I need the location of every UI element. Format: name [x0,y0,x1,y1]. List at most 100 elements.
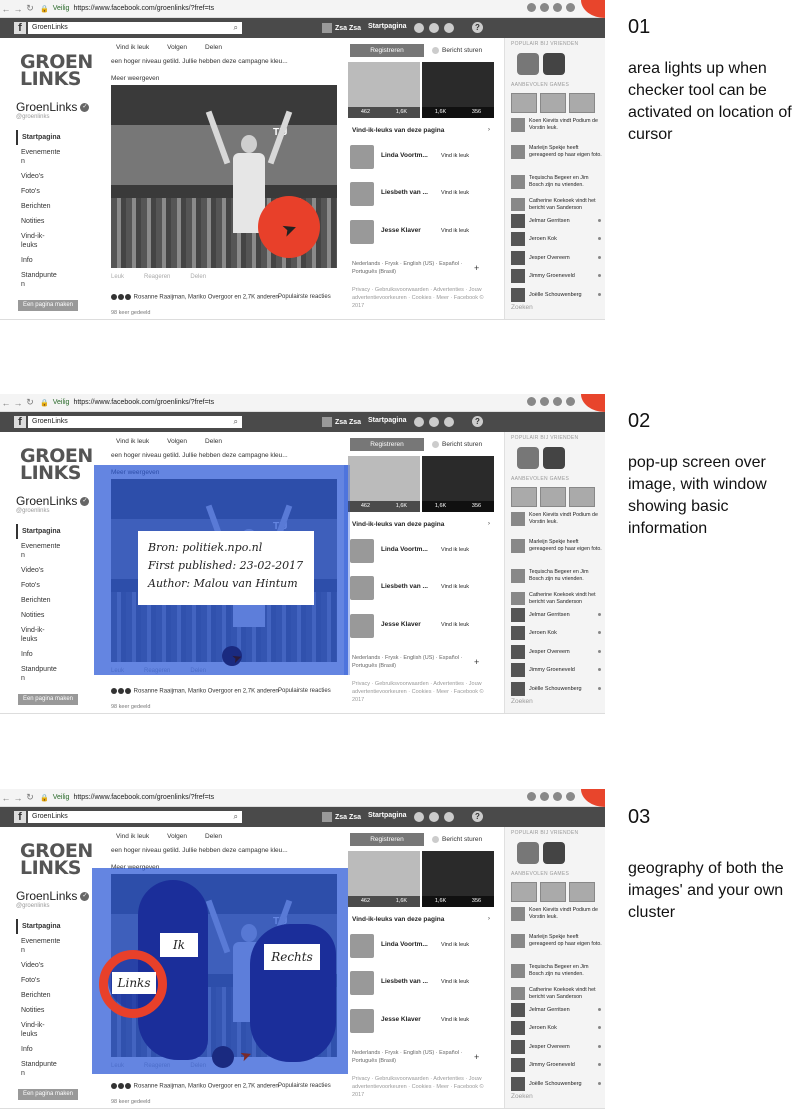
chat-friend[interactable]: Jelmar Gerritsen [511,214,603,228]
liked-page-name[interactable]: Linda Voortm... [381,152,428,159]
extension-icon[interactable] [553,792,562,801]
game-thumbnail[interactable] [511,93,537,113]
like-page-button[interactable]: Vind ik leuk [116,833,149,840]
facebook-logo-icon[interactable]: f [14,811,26,823]
friend-requests-icon[interactable] [414,23,424,33]
activity-item[interactable]: Koen Kievits vindt Podium de Vorstin leu… [511,118,603,132]
app-icon[interactable] [517,53,539,75]
forward-icon[interactable]: → [12,398,24,408]
chat-friend[interactable]: Jimmy Groeneveld [511,269,603,283]
extension-icon[interactable] [553,3,562,12]
address-bar[interactable]: https://www.facebook.com/groenlinks/?fre… [73,5,214,12]
like-button[interactable]: Vind ik leuk [441,153,469,159]
chat-friend[interactable]: Jeroen Kok [511,232,603,246]
photo-thumbnail[interactable]: 1,6K 356 [422,851,494,907]
star-icon[interactable] [527,792,536,801]
like-page-button[interactable]: Vind ik leuk [116,44,149,51]
avatar[interactable] [350,145,374,169]
photo-thumbnail[interactable]: 462 1,6K [348,456,420,512]
chevron-right-icon[interactable]: › [488,520,490,527]
game-thumbnail[interactable] [540,93,566,113]
share-button[interactable]: Delen [205,438,222,445]
liked-page-name[interactable]: Liesbeth van ... [381,978,428,985]
game-thumbnail[interactable] [511,487,537,507]
page-nav-item[interactable]: Vind-ik- leuks [16,623,86,647]
address-bar[interactable]: https://www.facebook.com/groenlinks/?fre… [73,399,214,406]
game-thumbnail[interactable] [569,487,595,507]
avatar[interactable] [350,182,374,206]
extension-icon[interactable] [566,397,575,406]
photo-thumbnail[interactable]: 462 1,6K [348,851,420,907]
page-nav-item[interactable]: Evenemente n [16,145,86,169]
page-nav-item[interactable]: Berichten [16,593,86,608]
chat-friend[interactable]: Jesper Overeem [511,645,603,659]
page-nav-item[interactable]: Startpagina [16,919,86,934]
messages-icon[interactable] [429,23,439,33]
chat-friend[interactable]: Jesper Overeem [511,1040,603,1054]
forward-icon[interactable]: → [12,4,24,14]
photo-thumbnail[interactable]: 462 1,6K [348,62,420,118]
messages-icon[interactable] [429,812,439,822]
liked-page-name[interactable]: Linda Voortm... [381,941,428,948]
help-icon[interactable]: ? [472,416,483,427]
page-nav-item[interactable]: Standpunte n [16,662,86,686]
send-message-button[interactable]: Bericht sturen [432,44,492,57]
search-icon[interactable]: ⌕ [234,811,238,823]
page-nav-item[interactable]: Startpagina [16,524,86,539]
popular-reactions-dropdown[interactable]: Populairste reacties [278,294,331,300]
avatar[interactable] [350,220,374,244]
chat-friend[interactable]: Jimmy Groeneveld [511,1058,603,1072]
cluster-tag-links[interactable]: Links [112,972,156,994]
messages-icon[interactable] [429,417,439,427]
profile-link[interactable]: Zsa Zsa [322,417,361,427]
share-button[interactable]: Delen [205,833,222,840]
profile-link[interactable]: Zsa Zsa [322,812,361,822]
popular-reactions-dropdown[interactable]: Populairste reacties [278,688,331,694]
chevron-right-icon[interactable]: › [488,915,490,922]
chat-friend[interactable]: Jimmy Groeneveld [511,663,603,677]
search-icon[interactable]: ⌕ [234,416,238,428]
see-more-link[interactable]: Meer weergeven [111,75,159,82]
footer-links[interactable]: Privacy · Gebruiksvoorwaarden · Adverten… [352,1075,492,1099]
follow-button[interactable]: Volgen [167,44,187,51]
share-post-button[interactable]: Delen [190,274,206,280]
reaction-summary[interactable]: Rosanne Raaijman, Mariko Overgoor en 2,7… [111,688,279,695]
home-link[interactable]: Startpagina [368,812,407,819]
search-input[interactable]: GroenLinks ⌕ [28,416,242,428]
page-nav-item[interactable]: Berichten [16,988,86,1003]
game-thumbnail[interactable] [511,882,537,902]
avatar[interactable] [350,614,374,638]
profile-link[interactable]: Zsa Zsa [322,23,361,33]
activity-item[interactable]: Marleijn Spekje heeft gereageerd op haar… [511,539,603,553]
page-nav-item[interactable]: Info [16,1042,86,1057]
page-nav-item[interactable]: Info [16,253,86,268]
chat-search-input[interactable]: Zoeken [511,1093,533,1100]
star-icon[interactable] [527,3,536,12]
chevron-right-icon[interactable]: › [488,126,490,133]
chat-friend[interactable]: Joëlle Schouwenberg [511,1077,603,1091]
page-nav-item[interactable]: Foto's [16,578,86,593]
extension-icon[interactable] [553,397,562,406]
star-icon[interactable] [527,397,536,406]
popular-reactions-dropdown[interactable]: Populairste reacties [278,1083,331,1089]
back-icon[interactable]: ← [0,398,12,408]
activity-item[interactable]: Koen Kievits vindt Podium de Vorstin leu… [511,512,603,526]
search-input[interactable]: GroenLinks ⌕ [28,22,242,34]
chat-friend[interactable]: Joëlle Schouwenberg [511,288,603,302]
reaction-summary[interactable]: Rosanne Raaijman, Mariko Overgoor en 2,7… [111,1083,279,1090]
address-bar[interactable]: https://www.facebook.com/groenlinks/?fre… [73,794,214,801]
add-language-button[interactable]: + [474,263,479,273]
back-icon[interactable]: ← [0,793,12,803]
app-icon[interactable] [517,842,539,864]
share-button[interactable]: Delen [205,44,222,51]
reload-icon[interactable]: ↻ [24,792,36,803]
chat-search-input[interactable]: Zoeken [511,304,533,311]
like-button[interactable]: Vind ik leuk [441,1017,469,1023]
create-page-button[interactable]: Een pagina maken [18,300,78,311]
like-button[interactable]: Vind ik leuk [441,584,469,590]
like-page-button[interactable]: Vind ik leuk [116,438,149,445]
page-nav-item[interactable]: Standpunte n [16,268,86,292]
page-nav-item[interactable]: Notities [16,1003,86,1018]
liked-page-name[interactable]: Linda Voortm... [381,546,428,553]
photo-thumbnail[interactable]: 1,6K 356 [422,62,494,118]
